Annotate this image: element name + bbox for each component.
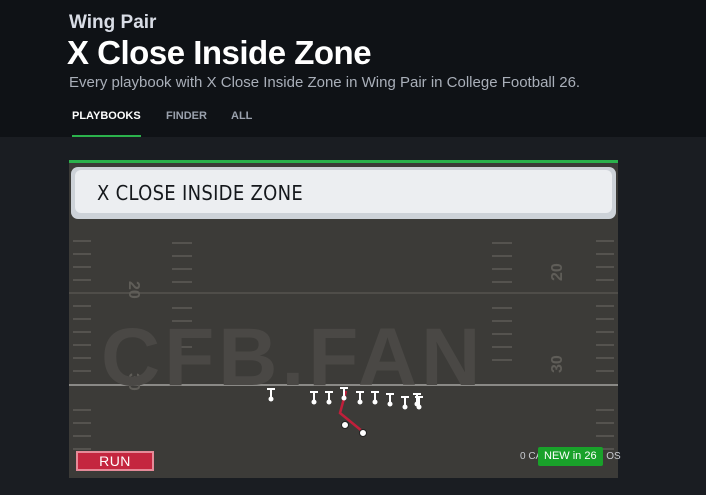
play-name: X CLOSE INSIDE ZONE [97,181,304,205]
watermark-logo: CFB.FAN [101,312,484,403]
tab-all-plays[interactable]: ALL PLAYS [231,100,267,154]
count-text-end: OS [606,451,621,462]
page-description: Every playbook with X Close Inside Zone … [69,74,581,91]
yard-number-right-20: 20 [549,263,566,281]
play-name-banner-inner: X CLOSE INSIDE ZONE [75,170,612,213]
right-hash-marks [596,240,614,450]
player-qb [341,421,349,429]
page-header: Wing Pair X Close Inside Zone Every play… [0,0,706,154]
left-hash-marks [73,240,91,450]
formation-subtitle: Wing Pair [69,12,157,33]
player-rb [359,429,367,437]
page-title: X Close Inside Zone [67,34,372,71]
yard-number-left-20: 20 [125,281,142,299]
tab-playbooks[interactable]: PLAYBOOKS [72,100,141,137]
tab-finder[interactable]: FINDER [166,100,207,135]
run-type-badge: RUN [76,451,154,471]
play-name-banner: X CLOSE INSIDE ZONE [71,167,616,219]
new-in-26-badge: NEW in 26 [538,447,603,466]
yard-number-right-30: 30 [549,355,566,373]
